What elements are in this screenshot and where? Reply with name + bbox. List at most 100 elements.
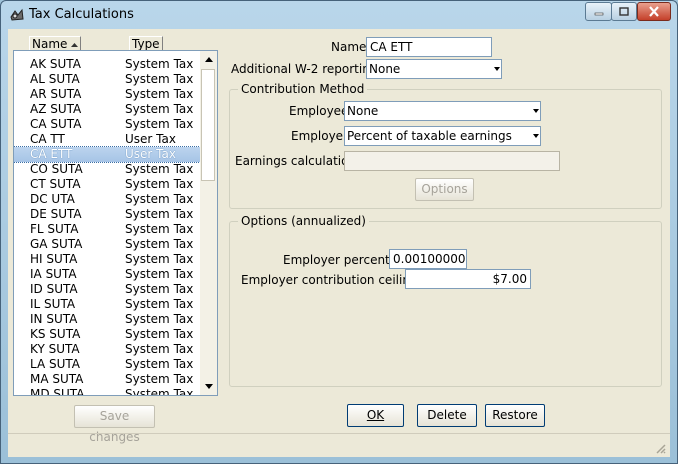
maximize-button[interactable] [611, 2, 637, 21]
list-item[interactable]: HI SUTA System Tax [14, 252, 200, 267]
contribution-ceiling-input[interactable]: $7.00 [405, 269, 531, 289]
list-item[interactable]: CA TT User Tax [14, 132, 200, 147]
scroll-thumb[interactable] [201, 69, 215, 181]
list-item-type: System Tax [125, 327, 194, 341]
list-item-type: System Tax [125, 117, 194, 131]
chevron-down-icon [492, 60, 501, 78]
list-item-type: System Tax [125, 312, 194, 326]
list-item-type: User Tax [125, 147, 176, 161]
list-item[interactable]: CT SUTA System Tax [14, 177, 200, 192]
list-item-name: KY SUTA [30, 342, 80, 356]
list-item-type: System Tax [125, 192, 194, 206]
earnings-calculation-field[interactable] [344, 151, 560, 171]
list-item[interactable]: FL SUTA System Tax [14, 222, 200, 237]
chevron-down-icon [531, 102, 540, 120]
employer-percent-input[interactable]: 0.00100000 [389, 249, 467, 269]
list-item-name: LA SUTA [30, 357, 80, 371]
list-item[interactable]: MA SUTA System Tax [14, 372, 200, 387]
list-item-name: DE SUTA [30, 207, 82, 221]
list-item[interactable]: ID SUTA System Tax [14, 282, 200, 297]
contribution-method-legend: Contribution Method [238, 82, 368, 96]
employer-select[interactable]: Percent of taxable earnings [344, 126, 541, 146]
list-item[interactable]: IA SUTA System Tax [14, 267, 200, 282]
list-item[interactable]: AR SUTA System Tax [14, 87, 200, 102]
vertical-scrollbar[interactable] [200, 51, 217, 395]
save-changes-button[interactable]: Save changes [74, 405, 155, 444]
contribution-ceiling-label: Employer contribution ceiling [241, 273, 418, 287]
name-input[interactable]: CA ETT [366, 37, 492, 57]
list-item-name: IN SUTA [30, 312, 78, 326]
list-item-type: System Tax [125, 57, 194, 71]
list-item-name: FL SUTA [30, 222, 79, 236]
chevron-down-icon [531, 127, 540, 145]
w2-reporting-label: Additional W-2 reporting [231, 62, 378, 76]
list-item-name: CA SUTA [30, 117, 82, 131]
employer-label: Employer [291, 129, 348, 143]
list-item[interactable]: KS SUTA System Tax [14, 327, 200, 342]
list-item[interactable]: CA SUTA System Tax [14, 117, 200, 132]
list-item-type: System Tax [125, 177, 194, 191]
employer-percent-label: Employer percent [283, 253, 390, 267]
maximize-icon [619, 6, 629, 16]
scroll-up-icon [204, 57, 213, 62]
employee-label: Employee [289, 104, 349, 118]
list-item-type: System Tax [125, 162, 194, 176]
list-item[interactable]: DC UTA System Tax [14, 192, 200, 207]
minimize-button[interactable] [585, 2, 612, 21]
list-item[interactable]: AK SUTA System Tax [14, 57, 200, 72]
list-item-type: System Tax [125, 357, 194, 371]
list-item-type: System Tax [125, 222, 194, 236]
list-item[interactable]: CA ETT User Tax [14, 146, 201, 163]
employee-select[interactable]: None [344, 101, 541, 121]
tax-list-rows: AK SUTA System Tax AL SUTA System Tax AR SUT… [14, 57, 201, 396]
list-item-name: CT SUTA [30, 177, 81, 191]
app-window: Tax Calculations Name Type AK SUTA System… [0, 0, 678, 464]
restore-button[interactable]: Restore [485, 404, 545, 427]
ok-label: OK [366, 408, 385, 422]
list-item[interactable]: GA SUTA System Tax [14, 237, 200, 252]
scroll-down-button[interactable] [200, 378, 217, 395]
list-item[interactable]: CO SUTA System Tax [14, 162, 200, 177]
earnings-calculation-label: Earnings calculation [235, 154, 357, 168]
list-item-type: System Tax [125, 297, 194, 311]
options-annualized-group: Options (annualized) [229, 214, 662, 387]
tax-list[interactable]: AK SUTA System Tax AL SUTA System Tax AR SUT… [13, 50, 218, 396]
column-header-name-label: Name [32, 37, 68, 51]
list-item-name: MD SUTA [30, 387, 85, 396]
minimize-icon [594, 12, 603, 15]
list-item[interactable]: MD SUTA System Tax [14, 387, 200, 396]
ok-button[interactable]: OK [347, 404, 404, 427]
delete-button[interactable]: Delete [417, 404, 477, 427]
list-item-type: System Tax [125, 372, 194, 386]
scroll-down-icon [204, 384, 213, 389]
client-area: Name Type AK SUTA System Tax AL SUTA System… [8, 29, 670, 457]
list-item-type: System Tax [125, 237, 194, 251]
title-bar[interactable]: Tax Calculations [1, 1, 677, 29]
close-button[interactable] [637, 2, 671, 21]
list-item-type: System Tax [125, 87, 194, 101]
list-item[interactable]: LA SUTA System Tax [14, 357, 200, 372]
list-item[interactable]: DE SUTA System Tax [14, 207, 200, 222]
list-item[interactable]: KY SUTA System Tax [14, 342, 200, 357]
list-item-name: AK SUTA [30, 57, 81, 71]
list-item[interactable]: IN SUTA System Tax [14, 312, 200, 327]
list-item-name: CA TT [30, 132, 65, 146]
column-header-type-label: Type [132, 37, 160, 51]
options-button[interactable]: Options [415, 178, 474, 201]
scroll-up-button[interactable] [200, 51, 217, 68]
resize-grip-icon[interactable] [654, 442, 666, 454]
employer-value: Percent of taxable earnings [347, 129, 512, 143]
window-title: Tax Calculations [29, 7, 134, 22]
list-item[interactable]: AZ SUTA System Tax [14, 102, 200, 117]
list-item-name: AZ SUTA [30, 102, 82, 116]
list-item-name: AR SUTA [30, 87, 82, 101]
w2-reporting-select[interactable]: None [366, 59, 502, 79]
close-icon [649, 6, 659, 17]
list-item[interactable]: AL SUTA System Tax [14, 72, 200, 87]
list-item[interactable]: IL SUTA System Tax [14, 297, 200, 312]
w2-reporting-value: None [369, 62, 401, 76]
list-item-name: IA SUTA [30, 267, 77, 281]
list-item-name: CO SUTA [30, 162, 83, 176]
list-item-type: System Tax [125, 102, 194, 116]
sort-ascending-icon [71, 42, 79, 47]
